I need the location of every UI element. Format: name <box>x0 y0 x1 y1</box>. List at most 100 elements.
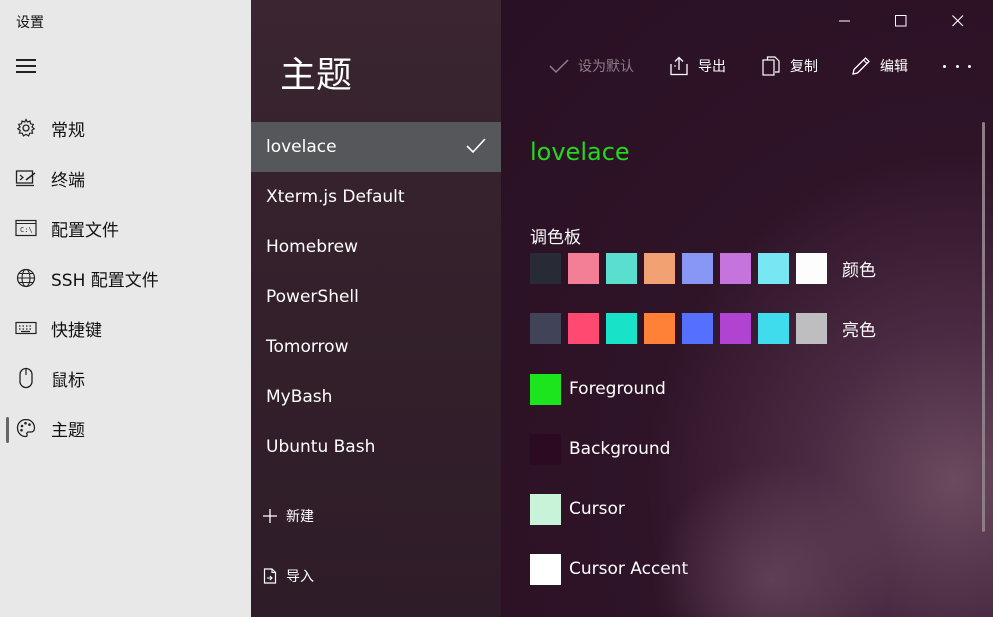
theme-item-mybash[interactable]: MyBash <box>251 372 501 422</box>
import-theme-button[interactable]: 导入 <box>262 566 314 586</box>
close-icon <box>952 15 964 27</box>
normal-color-swatch-2[interactable] <box>606 252 637 284</box>
bright-color-swatch-6[interactable] <box>758 312 789 344</box>
theme-item-label: Homebrew <box>266 237 358 257</box>
cursor-accent-label: Cursor Accent <box>569 559 689 579</box>
keyboard-icon <box>15 317 37 339</box>
theme-item-xterm-js-default[interactable]: Xterm.js Default <box>251 172 501 222</box>
page-title: 主题 <box>280 55 353 96</box>
normal-colors-row: 颜色 <box>530 252 876 284</box>
theme-editor-pane: 设为默认 导出 复制 编辑 lovelace 调色板 颜色 亮色 Foregro… <box>501 0 993 617</box>
theme-item-homebrew[interactable]: Homebrew <box>251 222 501 272</box>
normal-colors-label: 颜色 <box>842 260 876 281</box>
nav-item-label: 快捷键 <box>51 320 102 341</box>
nav-item-mouse[interactable]: 鼠标 <box>0 353 251 403</box>
close-button[interactable] <box>935 6 981 36</box>
bright-color-swatch-3[interactable] <box>644 312 675 344</box>
theme-item-powershell[interactable]: PowerShell <box>251 272 501 322</box>
nav-item-label: 主题 <box>51 420 85 441</box>
checkmark-icon <box>548 55 570 77</box>
theme-item-label: Tomorrow <box>266 337 349 357</box>
normal-color-swatch-4[interactable] <box>682 252 713 284</box>
maximize-icon <box>895 15 907 27</box>
export-button[interactable]: 导出 <box>668 54 726 78</box>
nav-item-profiles[interactable]: C:\ 配置文件 <box>0 203 251 253</box>
bright-color-swatch-7[interactable] <box>796 312 827 344</box>
nav-item-label: 配置文件 <box>51 220 119 241</box>
theme-item-label: PowerShell <box>266 287 359 307</box>
theme-item-label: MyBash <box>266 387 333 407</box>
svg-text:C:\: C:\ <box>20 226 33 234</box>
nav-item-themes[interactable]: 主题 <box>0 403 251 453</box>
more-options-icon[interactable] <box>943 56 971 76</box>
foreground-color-row[interactable]: Foreground <box>530 373 666 405</box>
normal-color-swatch-0[interactable] <box>530 252 561 284</box>
settings-nav-pane: 设置 常规 终端 C:\ 配置文件 SSH 配置文件 快捷键 鼠标 主题 <box>0 0 251 617</box>
copy-button[interactable]: 复制 <box>760 54 818 78</box>
cursor-swatch[interactable] <box>530 493 561 525</box>
maximize-button[interactable] <box>878 6 924 36</box>
export-label: 导出 <box>698 59 726 75</box>
checkmark-icon <box>465 136 487 161</box>
theme-item-label: Xterm.js Default <box>266 187 405 207</box>
cursor-label: Cursor <box>569 499 625 519</box>
mouse-icon <box>15 367 37 389</box>
foreground-swatch[interactable] <box>530 373 561 405</box>
normal-color-swatch-6[interactable] <box>758 252 789 284</box>
normal-color-swatch-1[interactable] <box>568 252 599 284</box>
import-file-icon <box>262 568 278 584</box>
normal-color-swatch-3[interactable] <box>644 252 675 284</box>
bright-color-swatch-5[interactable] <box>720 312 751 344</box>
edit-pencil-icon <box>850 55 872 77</box>
copy-label: 复制 <box>790 59 818 75</box>
palette-icon <box>15 417 37 439</box>
theme-list-pane: 主题 lovelace Xterm.js Default Homebrew Po… <box>251 0 501 617</box>
cursor-accent-swatch[interactable] <box>530 553 561 585</box>
bright-color-swatch-0[interactable] <box>530 312 561 344</box>
nav-item-terminal[interactable]: 终端 <box>0 153 251 203</box>
normal-color-swatch-5[interactable] <box>720 252 751 284</box>
bright-colors-label: 亮色 <box>842 320 876 341</box>
bright-color-swatch-1[interactable] <box>568 312 599 344</box>
nav-item-label: 鼠标 <box>51 370 85 391</box>
nav-item-label: SSH 配置文件 <box>51 270 159 291</box>
nav-item-ssh-profiles[interactable]: SSH 配置文件 <box>0 253 251 303</box>
nav-item-shortcuts[interactable]: 快捷键 <box>0 303 251 353</box>
foreground-label: Foreground <box>569 379 666 399</box>
theme-item-lovelace[interactable]: lovelace <box>251 122 501 172</box>
globe-icon <box>15 267 37 289</box>
theme-item-label: Ubuntu Bash <box>266 437 376 457</box>
copy-icon <box>760 55 782 77</box>
theme-item-ubuntu-bash[interactable]: Ubuntu Bash <box>251 422 501 472</box>
set-default-button[interactable]: 设为默认 <box>548 54 634 78</box>
new-theme-button[interactable]: 新建 <box>262 506 314 526</box>
theme-item-tomorrow[interactable]: Tomorrow <box>251 322 501 372</box>
theme-item-label: lovelace <box>266 137 337 157</box>
background-swatch[interactable] <box>530 433 561 465</box>
nav-item-label: 终端 <box>51 170 85 191</box>
nav-item-label: 常规 <box>51 120 85 141</box>
cursor-accent-color-row[interactable]: Cursor Accent <box>530 553 688 585</box>
bright-color-swatch-2[interactable] <box>606 312 637 344</box>
background-label: Background <box>569 439 671 459</box>
plus-icon <box>262 508 278 524</box>
edit-label: 编辑 <box>880 59 908 75</box>
bright-colors-row: 亮色 <box>530 312 876 344</box>
cursor-color-row[interactable]: Cursor <box>530 493 625 525</box>
import-theme-label: 导入 <box>286 569 314 585</box>
background-color-row[interactable]: Background <box>530 433 670 465</box>
new-theme-label: 新建 <box>286 509 314 525</box>
hamburger-menu-icon[interactable] <box>16 59 36 73</box>
minimize-button[interactable] <box>822 6 868 36</box>
gear-icon <box>15 117 37 139</box>
nav-item-general[interactable]: 常规 <box>0 103 251 153</box>
normal-color-swatch-7[interactable] <box>796 252 827 284</box>
minimize-icon <box>839 20 850 22</box>
theme-name-field[interactable]: lovelace <box>530 138 630 166</box>
bright-color-swatch-4[interactable] <box>682 312 713 344</box>
terminal-icon <box>15 167 37 189</box>
set-default-label: 设为默认 <box>578 59 634 75</box>
export-icon <box>668 55 690 77</box>
edit-button[interactable]: 编辑 <box>850 54 908 78</box>
vertical-scrollbar[interactable] <box>982 122 985 532</box>
